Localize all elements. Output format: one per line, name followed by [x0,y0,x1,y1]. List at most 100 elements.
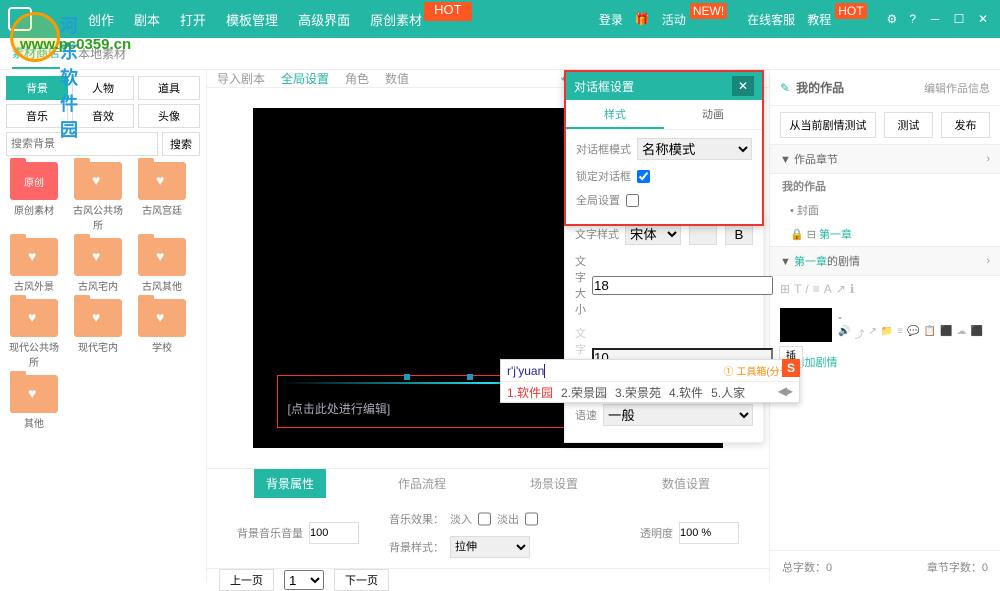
menu-create[interactable]: 创作 [78,10,124,29]
folder-item[interactable]: 古风外景 [6,238,62,293]
tool-icon[interactable]: ℹ [850,282,855,296]
ctab-role[interactable]: 角色 [345,70,369,87]
ime-candidate[interactable]: 4.软件 [669,384,703,401]
add-plot[interactable]: > 添加剧情 [770,348,1000,376]
ctab-import[interactable]: 导入剧本 [217,70,265,87]
plot-more-icon[interactable]: › [986,255,990,267]
edit-info[interactable]: 编辑作品信息 [924,80,990,96]
tool-icon[interactable]: / [805,282,808,296]
style-select[interactable]: 拉伸 [450,536,530,558]
bgvol-input[interactable] [309,522,359,544]
cat-music[interactable]: 音乐 [6,104,68,128]
menu-open[interactable]: 打开 [170,10,216,29]
fadein-check[interactable] [478,508,491,530]
op-input[interactable] [679,522,739,544]
color-btn[interactable] [689,223,717,245]
cat-prop[interactable]: 道具 [138,76,200,100]
bold-btn[interactable]: B [725,223,753,245]
mini-icon[interactable]: ⬛ [971,326,983,341]
tool-icon[interactable]: T [794,282,801,296]
tool-icon[interactable]: A [824,282,832,296]
ime-candidate[interactable]: 5.人家 [711,384,745,401]
minimize-button[interactable]: ─ [928,12,942,26]
lock-check[interactable] [637,170,650,183]
menu-script[interactable]: 剧本 [124,10,170,29]
ctab-global[interactable]: 全局设置 [281,70,329,87]
folder-item[interactable]: 古风宅内 [70,238,126,293]
tab-local[interactable]: 本地素材 [78,45,126,62]
publish-button[interactable]: 发布 [941,112,990,138]
popup-close-icon[interactable]: ✕ [732,76,754,96]
cat-avatar[interactable]: 头像 [138,104,200,128]
ctab-value[interactable]: 数值 [385,70,409,87]
gift-icon[interactable]: 🎁 [635,12,650,26]
mini-icon[interactable]: ☁ [957,326,967,341]
mode-select[interactable]: 名称模式 [637,138,752,160]
page-select[interactable]: 1 [284,570,324,590]
cat-bg[interactable]: 背景 [6,76,68,100]
next-page[interactable]: 下一页 [334,569,389,591]
tool-icon[interactable]: ⊞ [780,282,790,296]
fadeout-check[interactable] [525,508,538,530]
tool-icon[interactable]: ≡ [813,282,820,296]
test-button[interactable]: 测试 [884,112,933,138]
close-button[interactable]: ✕ [976,12,990,26]
mini-icon[interactable]: 📋 [924,326,936,341]
cover-item[interactable]: 封面 [797,205,819,217]
folder-item[interactable]: 学校 [134,299,190,369]
folder-item[interactable]: 古风公共场所 [70,162,126,232]
service-link[interactable]: 在线客服 [747,11,795,28]
mini-icon[interactable]: 💬 [907,326,919,341]
ptab-bg[interactable]: 背景属性 [254,469,326,498]
ime-candidate[interactable]: 1.软件园 [507,384,553,401]
ptab-style[interactable]: 样式 [566,100,664,129]
scene-thumb[interactable] [780,308,832,342]
login-link[interactable]: 登录 [599,11,623,28]
tool-icon[interactable]: ↗ [836,282,846,296]
font-select[interactable]: 宋体 [625,223,681,245]
mini-icon[interactable]: 📁 [881,326,893,341]
folder-item[interactable]: 古风宫廷 [134,162,190,232]
ime-candidate[interactable]: 2.荣景园 [561,384,607,401]
ime-candidate[interactable]: 3.荣景苑 [615,384,661,401]
mini-icon[interactable]: ⬛ [940,326,952,341]
mini-icon[interactable]: 🔊 [838,326,850,341]
chapter-more-icon[interactable]: › [986,153,990,165]
tutorial-link[interactable]: 教程 [807,11,831,28]
op-label: 透明度 [640,525,673,541]
chapter-item[interactable]: 第一章 [819,229,852,241]
gear-icon[interactable]: ⚙ [887,12,898,26]
maximize-button[interactable]: ☐ [952,12,966,26]
tab-store[interactable]: 素材商店 [12,44,60,69]
menu-advanced[interactable]: 高级界面 [288,10,360,29]
cat-char[interactable]: 人物 [72,76,134,100]
global-check[interactable] [626,194,639,207]
ptab-scene[interactable]: 场景设置 [518,469,590,498]
test-from-button[interactable]: 从当前剧情测试 [780,112,876,138]
search-input[interactable] [6,132,158,156]
activity-link[interactable]: 活动 [662,11,686,28]
sec-chapter[interactable]: ▼ 作品章节 [780,151,838,167]
ptab-flow[interactable]: 作品流程 [386,469,458,498]
ptab-anim[interactable]: 动画 [664,100,762,129]
folder-item[interactable]: 现代公共场所 [6,299,62,369]
mini-icon[interactable]: ≡ [897,326,903,341]
mini-icon[interactable]: ↗ [868,326,876,341]
mini-icon[interactable]: ⤴ [854,326,864,341]
cat-sfx[interactable]: 音效 [72,104,134,128]
rp-title: 我的作品 [796,79,844,96]
speed-select[interactable]: 一般 [603,404,753,426]
mode-label: 对话框模式 [576,141,631,157]
menu-original[interactable]: 原创素材 [360,10,432,29]
search-button[interactable]: 搜索 [162,132,200,156]
folder-item[interactable]: 现代宅内 [70,299,126,369]
folder-item[interactable]: 古风其他 [134,238,190,293]
help-icon[interactable]: ? [909,12,916,26]
prev-page[interactable]: 上一页 [219,569,274,591]
ptab-value[interactable]: 数值设置 [650,469,722,498]
folder-item[interactable]: 其他 [6,375,62,430]
size-input[interactable] [592,276,773,295]
folder-item[interactable]: 原创素材 [6,162,62,232]
sec-plot[interactable]: ▼ 第一章第一章的剧情的剧情 [780,253,860,269]
menu-template[interactable]: 模板管理 [216,10,288,29]
